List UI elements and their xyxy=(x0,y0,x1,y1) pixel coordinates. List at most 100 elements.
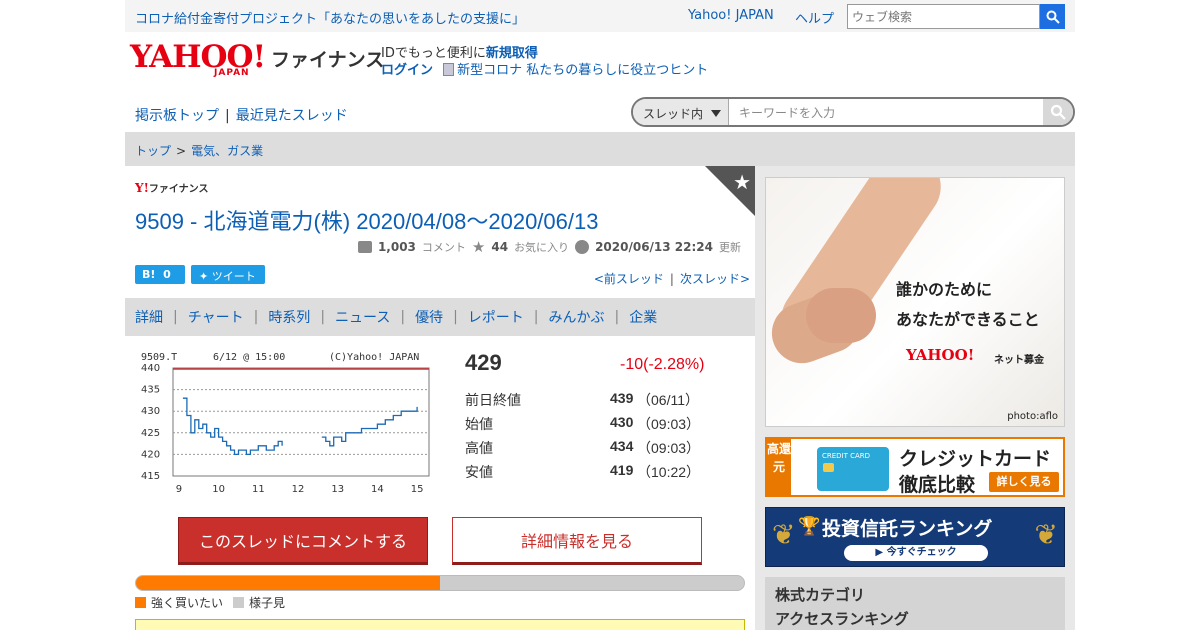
next-thread-link[interactable]: 次スレッド> xyxy=(680,272,750,286)
breadcrumb-top[interactable]: トップ xyxy=(135,144,171,158)
y-tick-label: 420 xyxy=(141,449,160,460)
pager-separator: | xyxy=(669,272,674,286)
login-link[interactable]: ログイン xyxy=(381,63,433,78)
breadcrumb-category[interactable]: 電気、ガス業 xyxy=(191,144,263,158)
recent-threads-link[interactable]: 最近見たスレッド xyxy=(236,108,348,124)
quote-row: 安値 419 （10:22） xyxy=(465,462,705,482)
mini-logo-mark: Y! xyxy=(135,181,149,195)
sentiment-fill xyxy=(136,576,440,590)
help-link[interactable]: ヘルプ xyxy=(795,8,834,27)
thread-search-button[interactable] xyxy=(1043,99,1073,125)
tab-separator: | xyxy=(614,309,620,325)
logo-sub: JAPAN xyxy=(214,68,250,78)
credit-card-icon: CREDIT CARD xyxy=(817,447,889,491)
service-name: ファイナンス xyxy=(271,49,385,71)
tab-separator: | xyxy=(453,309,458,325)
tab-separator: | xyxy=(400,309,406,325)
category-heading[interactable]: 株式カテゴリ xyxy=(775,583,1055,607)
quote-value: 439 xyxy=(610,390,634,406)
thread-meta: 1,003 コメント ★ 44 お気に入り 2020/06/13 22:24 更新 xyxy=(357,238,741,256)
legend-label: 強く買いたい xyxy=(151,596,224,610)
x-tick-label: 9 xyxy=(176,484,182,495)
prev-thread-link[interactable]: <前スレッド xyxy=(594,272,664,286)
legend-label: 様子見 xyxy=(249,596,286,610)
fund-ranking-ad[interactable]: ❦ ❦ 🏆 投資信託ランキング ▶ 今すぐチェック xyxy=(765,507,1065,567)
intraday-chart[interactable]: 9509.T 6/12 @ 15:00 (C)Yahoo! JAPAN 440 4… xyxy=(135,348,435,498)
favorite-label: お気に入り xyxy=(514,241,570,254)
legend-swatch xyxy=(233,597,245,608)
thread-main: Y!ファイナンス ★ 9509 - 北海道電力(株) 2020/04/08〜20… xyxy=(125,166,755,630)
tab-minkabu[interactable]: みんかぶ xyxy=(549,307,605,327)
board-top-link[interactable]: 掲示板トップ xyxy=(135,108,219,124)
sidebar: 誰かのために あなたができること YAHOO! ネット募金 photo:aflo… xyxy=(755,166,1075,630)
ad-cta-button[interactable]: ▶ 今すぐチェック xyxy=(844,545,988,561)
thread-title: 9509 - 北海道電力(株) 2020/04/08〜2020/06/13 xyxy=(135,209,599,234)
quote-detail: （09:03） xyxy=(637,440,701,456)
ad-brand: YAHOO! xyxy=(906,346,975,364)
star-icon[interactable]: ★ xyxy=(733,170,751,194)
y-tick-label: 435 xyxy=(141,385,160,396)
yahoo-japan-link[interactable]: Yahoo! JAPAN xyxy=(688,8,774,23)
tweet-button[interactable]: ✦ ツイート xyxy=(191,265,265,284)
tab-separator: | xyxy=(173,309,178,325)
search-scope-select[interactable]: スレッド内 xyxy=(633,99,729,125)
ranking-heading[interactable]: アクセスランキング xyxy=(775,607,1055,630)
top-strip: コロナ給付金寄付プロジェクト「あなたの思いをあしたの支援に」 Yahoo! JA… xyxy=(125,0,1075,32)
y-tick-label: 440 xyxy=(141,363,160,374)
current-price: 429 xyxy=(465,350,502,375)
tab-benefits[interactable]: 優待 xyxy=(415,307,443,327)
notice-box xyxy=(135,619,745,630)
quote-row: 高値 434 （09:03） xyxy=(465,438,705,458)
tab-news[interactable]: ニュース xyxy=(335,307,390,327)
quote-label: 始値 xyxy=(465,417,493,433)
y-axis: 440 435 430 425 420 415 xyxy=(141,363,160,482)
quote-detail: （10:22） xyxy=(637,464,701,480)
quote-row: 前日終値 439 （06/11） xyxy=(465,390,705,410)
mini-logo-text: ファイナンス xyxy=(148,184,209,195)
web-search-button[interactable] xyxy=(1040,4,1065,29)
keyword-input[interactable]: キーワードを入力 xyxy=(739,104,835,121)
ad-line-1: クレジットカード xyxy=(899,448,1052,470)
quote-detail: （09:03） xyxy=(637,416,701,432)
updated-time: 2020/06/13 22:24 xyxy=(595,240,713,254)
tab-separator: | xyxy=(533,309,539,325)
tab-company[interactable]: 企業 xyxy=(629,307,657,327)
card-label: CREDIT CARD xyxy=(822,452,871,460)
tweet-label: ツイート xyxy=(211,270,256,283)
tab-chart[interactable]: チャート xyxy=(188,307,244,327)
covid-link[interactable]: 新型コロナ 私たちの暮らしに役立つヒント xyxy=(443,63,708,78)
comment-button[interactable]: このスレッドにコメントする xyxy=(178,517,428,565)
x-tick-label: 15 xyxy=(411,484,424,495)
y-tick-label: 425 xyxy=(141,428,160,439)
tab-separator: | xyxy=(253,309,259,325)
clock-icon xyxy=(575,240,590,254)
comment-count: 1,003 xyxy=(377,240,416,254)
board-nav: 掲示板トップ | 最近見たスレッド xyxy=(135,105,348,125)
tab-report[interactable]: レポート xyxy=(468,307,524,327)
favorite-count: 44 xyxy=(491,240,509,254)
web-search-input[interactable] xyxy=(847,4,1040,29)
search-icon xyxy=(1050,104,1066,120)
thread-search: スレッド内 キーワードを入力 xyxy=(631,97,1075,127)
comment-label: コメント xyxy=(421,241,466,254)
ad-more-button[interactable]: 詳しく見る xyxy=(989,472,1059,492)
breadcrumb: トップ > 電気、ガス業 xyxy=(125,132,1075,166)
tab-timeseries[interactable]: 時系列 xyxy=(268,307,310,327)
x-tick-label: 11 xyxy=(252,484,265,495)
y-tick-label: 430 xyxy=(141,406,160,417)
credit-card-ad[interactable]: 高還元 CREDIT CARD クレジットカード 徹底比較 詳しく見る xyxy=(765,437,1065,497)
y-tick-label: 415 xyxy=(141,471,160,482)
legend-swatch xyxy=(135,597,146,608)
legend-wait: 様子見 xyxy=(233,594,285,611)
campaign-link[interactable]: コロナ給付金寄付プロジェクト「あなたの思いをあしたの支援に」 xyxy=(135,8,525,27)
donation-ad[interactable]: 誰かのために あなたができること YAHOO! ネット募金 photo:aflo xyxy=(765,177,1065,427)
hatena-label: B! xyxy=(142,268,156,281)
hatena-bookmark-button[interactable]: B! 0 xyxy=(135,265,185,284)
quote-value: 434 xyxy=(610,438,634,454)
yahoo-logo[interactable]: YAHOO! JAPAN xyxy=(130,42,270,80)
quote-detail: （06/11） xyxy=(637,392,699,408)
hatena-count: 0 xyxy=(163,268,171,281)
chart-code: 9509.T xyxy=(141,352,177,363)
tab-detail[interactable]: 詳細 xyxy=(135,307,163,327)
detail-button[interactable]: 詳細情報を見る xyxy=(452,517,702,565)
